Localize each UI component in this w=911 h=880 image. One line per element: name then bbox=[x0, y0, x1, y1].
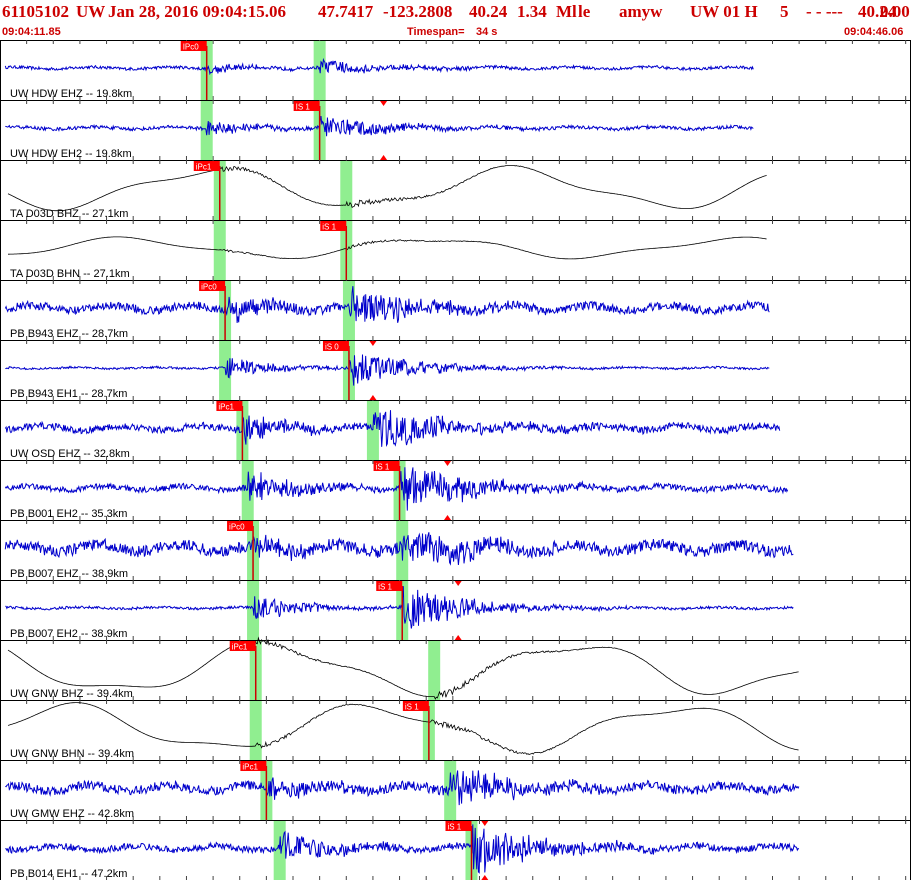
pick-label: iPc1 bbox=[232, 643, 248, 652]
waveform-trace bbox=[7, 165, 767, 212]
red-triangle-marker[interactable] bbox=[444, 461, 452, 466]
station-label: PB B001 EH2 -- 35.3km bbox=[10, 508, 127, 520]
trace-panel[interactable]: IS 1 UW HDW EH2 -- 19.8km bbox=[0, 100, 911, 161]
station-label: UW OSD EHZ -- 32.8km bbox=[10, 448, 130, 460]
red-triangle-marker[interactable] bbox=[369, 341, 377, 346]
trace-panel[interactable]: iPc1 TA D03D BHZ -- 27.1km bbox=[0, 160, 911, 221]
trace-panel-border bbox=[0, 340, 911, 401]
pick-window bbox=[340, 161, 353, 220]
pick-label: iS 0 bbox=[325, 343, 339, 352]
trace-panel-border bbox=[0, 220, 911, 281]
waveform-trace bbox=[4, 57, 754, 76]
event-location-flag: le bbox=[578, 2, 591, 21]
red-triangle-marker[interactable] bbox=[481, 821, 489, 826]
trace-panel[interactable]: iPc1 UW GNW BHZ -- 39.4km bbox=[0, 636, 911, 701]
trace-panel-border bbox=[0, 100, 911, 161]
red-triangle-marker[interactable] bbox=[380, 101, 388, 106]
station-label: UW HDW EH2 -- 19.8km bbox=[10, 148, 132, 160]
pick-label: IPc0 bbox=[183, 43, 200, 52]
event-network: UW bbox=[76, 2, 106, 21]
pick-label: iS 1 bbox=[405, 703, 419, 712]
red-triangle-marker[interactable] bbox=[369, 395, 377, 400]
event-summary-line: 61105102 UW Jan 28, 2016 09:04:15.06 47.… bbox=[2, 2, 910, 22]
waveform-trace bbox=[5, 824, 800, 874]
station-label: UW GMW EHZ -- 42.8km bbox=[10, 808, 134, 820]
trace-panel[interactable]: iS 1 UW GNW BHN -- 39.4km bbox=[0, 700, 911, 761]
pick-label: iS 1 bbox=[376, 463, 390, 472]
timespan-label: Timespan= bbox=[407, 26, 465, 38]
waveform-trace bbox=[4, 410, 781, 448]
station-label: TA D03D BHZ -- 27.1km bbox=[10, 208, 128, 220]
waveform-trace bbox=[5, 770, 800, 806]
station-label: PB B943 EHZ -- 28.7km bbox=[10, 328, 128, 340]
trace-panel[interactable]: iPc0 PB B007 EHZ -- 38.9km bbox=[0, 520, 911, 581]
station-label: PB B007 EHZ -- 38.9km bbox=[10, 568, 128, 580]
event-header: 61105102 UW Jan 28, 2016 09:04:15.06 47.… bbox=[0, 0, 911, 40]
pick-label: iPc1 bbox=[196, 163, 212, 172]
pick-label: iPc1 bbox=[218, 403, 234, 412]
trace-panel[interactable]: iS 1 PB B001 EH2 -- 35.3km bbox=[0, 460, 911, 521]
pick-label: iPc0 bbox=[201, 283, 217, 292]
pick-window bbox=[249, 701, 262, 760]
waveform-trace bbox=[4, 286, 770, 323]
waveform-trace bbox=[5, 116, 754, 137]
event-latitude: 47.7417 bbox=[318, 2, 374, 21]
event-depth: 40.24 bbox=[469, 2, 508, 21]
pick-label: iS 1 bbox=[322, 223, 336, 232]
red-triangle-marker[interactable] bbox=[380, 155, 388, 160]
event-analyst: amyw bbox=[619, 2, 663, 21]
trace-panel[interactable]: iPc0 PB B943 EHZ -- 28.7km bbox=[0, 280, 911, 341]
trace-panel[interactable]: iPc1 UW OSD EHZ -- 32.8km bbox=[0, 400, 911, 461]
trace-panel-border bbox=[0, 640, 911, 701]
event-magnitude-type: Ml bbox=[556, 2, 577, 21]
station-label: UW HDW EHZ -- 19.8km bbox=[10, 88, 132, 100]
time-range-line: 09:04:11.85 Timespan= 34 s 09:04:46.06 bbox=[0, 25, 911, 39]
red-triangle-marker[interactable] bbox=[444, 515, 452, 520]
trace-panel[interactable]: iS 0 PB B943 EH1 -- 28.7km bbox=[0, 340, 911, 401]
waveform-trace bbox=[5, 354, 770, 386]
event-count: 5 bbox=[780, 2, 789, 21]
station-label: PB B007 EH2 -- 38.9km bbox=[10, 628, 127, 640]
station-label: PB B014 EH1 -- 47.2km bbox=[10, 868, 127, 880]
station-label: UW GNW BHN -- 39.4km bbox=[10, 748, 134, 760]
pick-window bbox=[428, 641, 441, 700]
event-id: 61105102 bbox=[2, 2, 70, 21]
red-triangle-marker[interactable] bbox=[454, 635, 462, 640]
pick-label: IS 1 bbox=[296, 103, 311, 112]
window-start-time: 09:04:11.85 bbox=[2, 26, 61, 38]
trace-panel-border bbox=[0, 700, 911, 761]
pick-window bbox=[213, 221, 226, 280]
event-magnitude: 1.34 bbox=[517, 2, 547, 21]
timespan-value: 34 s bbox=[476, 26, 498, 38]
red-triangle-marker[interactable] bbox=[481, 875, 489, 880]
trace-panel[interactable]: iS 1 PB B014 EH1 -- 47.2km bbox=[0, 820, 911, 880]
pick-window bbox=[366, 401, 379, 460]
waveform-trace bbox=[8, 236, 767, 260]
station-label: UW GNW BHZ -- 39.4km bbox=[10, 688, 133, 700]
event-rms: 0.00 bbox=[880, 2, 910, 21]
pick-label: iS 1 bbox=[378, 583, 392, 592]
trace-panel-border bbox=[0, 580, 911, 641]
pick-label: iPc1 bbox=[242, 763, 258, 772]
pick-label: iS 1 bbox=[447, 823, 461, 832]
window-end-time: 09:04:46.06 bbox=[844, 26, 904, 38]
trace-panel[interactable]: iS 1 PB B007 EH2 -- 38.9km bbox=[0, 580, 911, 641]
event-solution: UW 01 H bbox=[690, 2, 758, 21]
trace-panel-border bbox=[0, 40, 911, 101]
trace-panel[interactable]: iS 1 TA D03D BHN -- 27.1km bbox=[0, 220, 911, 281]
red-triangle-marker[interactable] bbox=[454, 581, 462, 586]
event-longitude: -123.2808 bbox=[383, 2, 453, 21]
station-label: TA D03D BHN -- 27.1km bbox=[10, 268, 130, 280]
trace-panel[interactable]: iPc1 UW GMW EHZ -- 42.8km bbox=[0, 760, 911, 821]
trace-panel-border bbox=[0, 160, 911, 221]
seismogram-panel[interactable]: IPc0 UW HDW EHZ -- 19.8km IS 1 UW HDW EH2 -… bbox=[0, 40, 911, 880]
pick-label: iPc0 bbox=[229, 523, 245, 532]
event-datetime: Jan 28, 2016 09:04:15.06 bbox=[108, 2, 287, 21]
station-label: PB B943 EH1 -- 28.7km bbox=[10, 388, 127, 400]
trace-panel[interactable]: IPc0 UW HDW EHZ -- 19.8km bbox=[0, 40, 911, 101]
event-dashes: - - --- bbox=[806, 2, 843, 21]
